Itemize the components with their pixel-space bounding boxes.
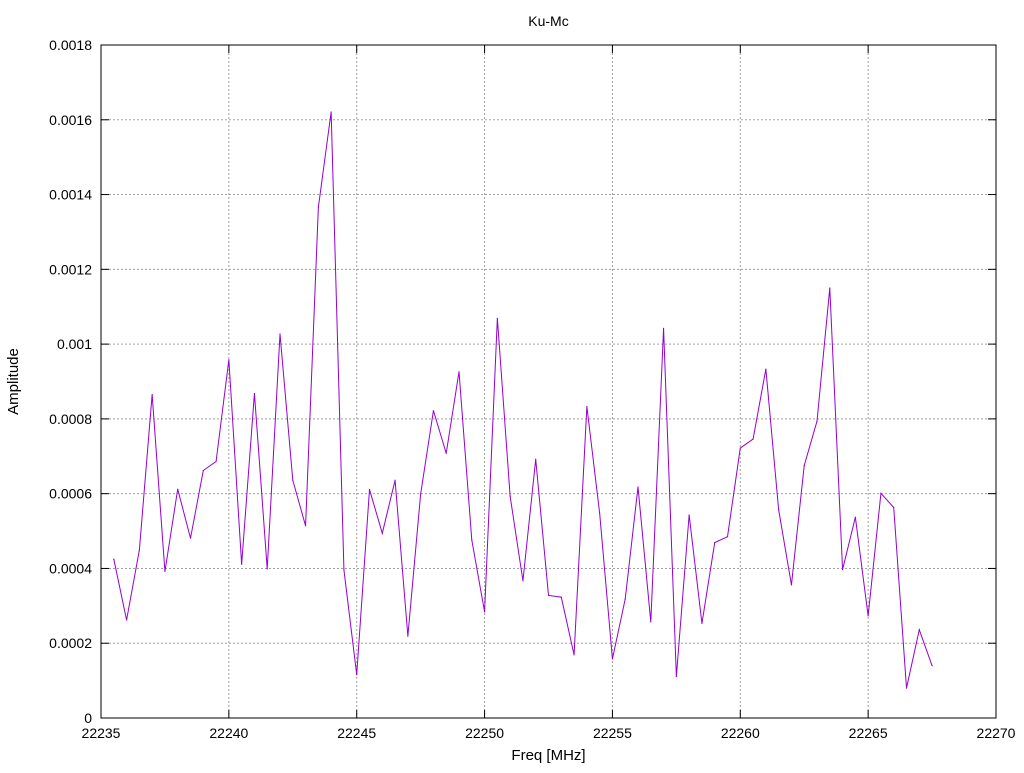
data-point — [547, 594, 550, 596]
data-point — [151, 393, 153, 396]
data-point — [496, 317, 498, 319]
y-tick-label: 0.0004 — [49, 560, 92, 576]
x-tick-label: 22240 — [209, 725, 248, 741]
data-point — [253, 392, 256, 395]
y-tick-label: 0.0006 — [49, 486, 92, 502]
data-point — [420, 493, 422, 495]
data-point — [522, 580, 524, 582]
y-tick-label: 0.0008 — [49, 411, 92, 427]
data-point — [752, 438, 754, 440]
data-point — [445, 452, 447, 454]
data-point — [905, 687, 908, 689]
data-point — [880, 492, 882, 494]
data-point — [931, 665, 933, 667]
data-point — [688, 514, 690, 516]
data-point — [611, 658, 614, 660]
data-point — [739, 447, 741, 449]
data-point — [394, 479, 396, 481]
y-tick-label: 0.0018 — [49, 37, 92, 53]
data-point — [304, 525, 307, 527]
data-point — [202, 469, 204, 472]
data-point — [113, 558, 115, 560]
y-tick-label: 0 — [84, 710, 92, 726]
data-point — [675, 675, 677, 678]
data-point — [867, 615, 869, 617]
data-point — [343, 569, 345, 571]
data-point — [189, 537, 192, 539]
x-tick-label: 22255 — [593, 725, 632, 741]
data-point — [279, 333, 281, 335]
data-point — [407, 635, 409, 637]
data-point — [292, 479, 294, 481]
data-point — [573, 654, 575, 656]
data-point — [637, 486, 639, 488]
y-tick-label: 0.0002 — [49, 635, 92, 651]
y-tick-label: 0.001 — [57, 336, 92, 352]
data-point — [535, 458, 537, 460]
y-tick-labels: 0 0.0002 0.0004 0.0006 0.0008 0.001 0.0012 0.00… — [49, 37, 92, 726]
data-point — [432, 410, 435, 412]
data-point — [560, 596, 562, 598]
data-point — [816, 420, 818, 422]
x-axis-label: Freq [MHz] — [511, 747, 585, 764]
data-point — [509, 495, 511, 497]
data-point — [803, 465, 805, 467]
series-line-0 — [113, 111, 933, 689]
data-point — [624, 598, 626, 600]
data-point — [241, 563, 243, 565]
data-point — [778, 509, 780, 511]
data-point — [918, 629, 920, 631]
chart-title: Ku-Mc — [528, 13, 568, 29]
data-point — [765, 368, 767, 370]
data-point — [701, 622, 703, 625]
plot-frame — [100, 44, 997, 719]
x-tick-label: 22260 — [721, 725, 760, 741]
y-tick-label: 0.0016 — [49, 112, 92, 128]
data-point — [356, 674, 358, 676]
data-point — [330, 111, 332, 113]
x-tick-label: 22270 — [977, 725, 1016, 741]
data-point — [599, 512, 601, 514]
data-point — [215, 460, 217, 463]
y-tick-label: 0.0012 — [49, 261, 92, 277]
x-tick-labels: 22235 22240 22245 22250 22255 22260 22265 22270 — [82, 725, 1016, 741]
chart-container: 22235 22240 22245 22250 22255 22260 22265 22270… — [0, 0, 1024, 768]
data-point — [829, 287, 831, 289]
data-point — [471, 539, 473, 541]
data-point — [266, 568, 268, 570]
data-point — [662, 327, 665, 330]
data-point — [368, 488, 371, 491]
x-tick-label: 22250 — [465, 725, 504, 741]
data-point — [177, 488, 179, 490]
data-point — [790, 584, 793, 586]
y-axis-label: Amplitude — [5, 348, 22, 415]
data-point — [125, 619, 128, 621]
data-point — [854, 516, 856, 518]
x-tick-label: 22265 — [849, 725, 888, 741]
series-layer — [113, 111, 933, 689]
data-point — [458, 371, 460, 373]
grid-layer — [101, 45, 996, 718]
x-tick-label: 22235 — [82, 725, 121, 741]
data-point — [317, 206, 319, 208]
data-point — [893, 506, 895, 509]
data-point — [138, 549, 140, 551]
line-chart: 22235 22240 22245 22250 22255 22260 22265 22270… — [5, 13, 1016, 764]
data-point — [714, 542, 716, 544]
data-point — [586, 405, 588, 408]
x-tick-label: 22245 — [337, 725, 376, 741]
data-point — [164, 570, 166, 573]
ticks-layer — [100, 44, 997, 719]
data-point — [228, 359, 230, 361]
data-point — [483, 611, 486, 613]
data-point — [726, 536, 729, 538]
data-point — [650, 621, 652, 623]
data-point — [381, 532, 383, 534]
y-tick-label: 0.0014 — [49, 187, 92, 203]
data-point — [841, 568, 844, 571]
